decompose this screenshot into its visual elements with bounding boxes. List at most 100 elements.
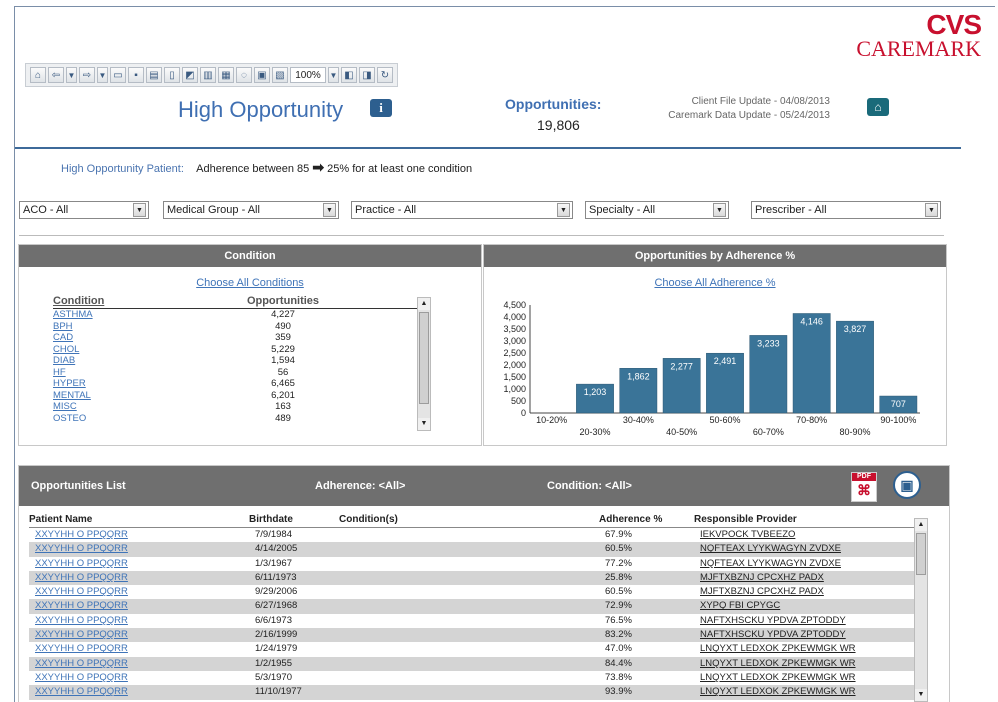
page-icon[interactable]: ▥ bbox=[200, 67, 216, 83]
condition-link[interactable]: OSTEO bbox=[53, 413, 223, 422]
patient-name-link[interactable]: XXYYHH O PPQQRR bbox=[29, 571, 255, 585]
birthdate-cell: 6/27/1968 bbox=[255, 600, 298, 612]
pdf-export-button[interactable]: PDF ⌘ bbox=[851, 472, 877, 502]
choose-all-conditions-link[interactable]: Choose All Conditions bbox=[196, 277, 304, 289]
chevron-down-icon[interactable]: ▼ bbox=[713, 203, 726, 217]
logo-cvs: CVS bbox=[926, 9, 982, 40]
table-row: XXYYHH O PPQQRR 6/11/1973 25.8% MJFTXBZNJ C… bbox=[29, 570, 924, 586]
patient-name-link[interactable]: XXYYHH O PPQQRR bbox=[29, 585, 255, 599]
home-icon[interactable]: ⌂ bbox=[867, 98, 889, 116]
find-icon[interactable]: ◌ bbox=[236, 67, 252, 83]
zoom-dropdown-icon[interactable]: ▼ bbox=[328, 67, 339, 83]
col-adherence[interactable]: Adherence % bbox=[599, 514, 694, 527]
condition-row: HYPER 6,465 bbox=[53, 378, 423, 390]
y-tick-label: 4,000 bbox=[503, 312, 526, 322]
adherence-cell: 67.9% bbox=[605, 529, 632, 540]
first-page-icon[interactable]: ◧ bbox=[341, 67, 357, 83]
conditions-cell bbox=[345, 557, 605, 571]
choose-all-adherence-link[interactable]: Choose All Adherence % bbox=[654, 277, 775, 289]
forward-dropdown-icon[interactable]: ▼ bbox=[97, 67, 108, 83]
chevron-down-icon[interactable]: ▼ bbox=[557, 203, 570, 217]
patient-name-link[interactable]: XXYYHH O PPQQRR bbox=[29, 557, 255, 571]
export-icon[interactable]: ◩ bbox=[182, 67, 198, 83]
condition-link[interactable]: HYPER bbox=[53, 378, 223, 390]
copy-icon[interactable]: ▧ bbox=[272, 67, 288, 83]
table-row: XXYYHH O PPQQRR 1/3/1967 77.2% NQFTEAX LYYK… bbox=[29, 557, 924, 571]
prescriber-filter-select[interactable]: Prescriber - All ▼ bbox=[751, 201, 941, 219]
conditions-cell bbox=[345, 614, 605, 628]
condition-opportunities: 490 bbox=[275, 320, 291, 332]
scroll-thumb[interactable] bbox=[419, 312, 429, 404]
condition-link[interactable]: MENTAL bbox=[53, 390, 223, 402]
scroll-down-icon[interactable]: ▼ bbox=[915, 689, 927, 701]
patient-name-link[interactable]: XXYYHH O PPQQRR bbox=[29, 642, 255, 656]
list-scrollbar[interactable]: ▲ ▼ bbox=[914, 518, 928, 702]
refresh-icon[interactable]: ↻ bbox=[377, 67, 393, 83]
condition-link[interactable]: MISC bbox=[53, 401, 223, 413]
y-tick-label: 1,500 bbox=[503, 372, 526, 382]
scroll-up-icon[interactable]: ▲ bbox=[915, 519, 927, 531]
info-icon[interactable]: i bbox=[370, 99, 392, 117]
print-icon[interactable]: ▤ bbox=[146, 67, 162, 83]
prescriber-filter-value: Prescriber - All bbox=[755, 204, 827, 216]
condition-filter-label: Condition: <All> bbox=[547, 480, 632, 492]
col-conditions[interactable]: Condition(s) bbox=[339, 514, 599, 527]
back-dropdown-icon[interactable]: ▼ bbox=[66, 67, 77, 83]
home-icon[interactable]: ⌂ bbox=[30, 67, 46, 83]
practice-filter-select[interactable]: Practice - All ▼ bbox=[351, 201, 573, 219]
filter-bar: ACO - All ▼ Medical Group - All ▼ Practi… bbox=[19, 201, 941, 221]
scroll-up-icon[interactable]: ▲ bbox=[418, 298, 430, 310]
patient-name-link[interactable]: XXYYHH O PPQQRR bbox=[29, 528, 255, 542]
condition-scrollbar[interactable]: ▲ ▼ bbox=[417, 297, 431, 431]
save-icon[interactable]: ▪ bbox=[128, 67, 144, 83]
col-birthdate[interactable]: Birthdate bbox=[249, 514, 339, 527]
back-arrow-icon[interactable]: ⇦ bbox=[48, 67, 64, 83]
scroll-down-icon[interactable]: ▼ bbox=[418, 418, 430, 430]
report-icon[interactable]: ▦ bbox=[218, 67, 234, 83]
col-patient-name[interactable]: Patient Name bbox=[29, 514, 249, 527]
table-row: XXYYHH O PPQQRR 7/9/1984 67.9% IEKVPOCK TVB… bbox=[29, 528, 924, 542]
adherence-bar-chart: 0 500 1,000 1,500 2,000 2,500 3,000 3,500 4,000 4… bbox=[503, 300, 920, 437]
patient-name-link[interactable]: XXYYHH O PPQQRR bbox=[29, 671, 255, 685]
report-frame: CVS CAREMARK ⌂ ⇦ ▼ ⇨ ▼ ▭ ▪ ▤ ▯ ◩ ▥ ▦ ◌ ▣… bbox=[14, 6, 995, 702]
birthdate-cell: 2/16/1999 bbox=[255, 629, 298, 641]
condition-link[interactable]: ASTHMA bbox=[53, 309, 223, 321]
chevron-down-icon[interactable]: ▼ bbox=[133, 203, 146, 217]
patient-name-link[interactable]: XXYYHH O PPQQRR bbox=[29, 599, 255, 613]
document-icon[interactable]: ▯ bbox=[164, 67, 180, 83]
condition-row: CHOL 5,229 bbox=[53, 344, 423, 356]
provider-cell: NAFTXHSCKU YPDVA ZPTODDY bbox=[700, 614, 846, 626]
condition-opportunities: 1,594 bbox=[271, 355, 295, 366]
x-tick-label: 10-20% bbox=[536, 415, 567, 425]
excel-export-icon[interactable]: ▣ bbox=[893, 471, 921, 499]
patient-name-link[interactable]: XXYYHH O PPQQRR bbox=[29, 614, 255, 628]
condition-table-header: Condition Opportunities bbox=[53, 295, 423, 309]
x-tick-label: 50-60% bbox=[709, 415, 740, 425]
patient-name-link[interactable]: XXYYHH O PPQQRR bbox=[29, 657, 255, 671]
forward-arrow-icon[interactable]: ⇨ bbox=[79, 67, 95, 83]
patient-name-link[interactable]: XXYYHH O PPQQRR bbox=[29, 685, 255, 699]
patient-name-link[interactable]: XXYYHH O PPQQRR bbox=[29, 542, 255, 556]
aco-filter-select[interactable]: ACO - All ▼ bbox=[19, 201, 149, 219]
opportunities-list-header: Opportunities List Adherence: <All> Cond… bbox=[19, 466, 949, 506]
zoom-select[interactable]: 100% bbox=[290, 67, 326, 83]
condition-link[interactable]: CAD bbox=[53, 332, 223, 344]
chevron-down-icon[interactable]: ▼ bbox=[925, 203, 938, 217]
condition-opportunities: 5,229 bbox=[271, 343, 295, 355]
birthdate-cell: 9/29/2006 bbox=[255, 586, 298, 598]
scroll-thumb[interactable] bbox=[916, 533, 926, 575]
medical-group-filter-select[interactable]: Medical Group - All ▼ bbox=[163, 201, 339, 219]
patient-name-link[interactable]: XXYYHH O PPQQRR bbox=[29, 628, 255, 642]
chevron-down-icon[interactable]: ▼ bbox=[323, 203, 336, 217]
pdf-export-icon[interactable]: ▣ bbox=[254, 67, 270, 83]
col-responsible-provider[interactable]: Responsible Provider bbox=[694, 514, 914, 527]
open-folder-icon[interactable]: ▭ bbox=[110, 67, 126, 83]
list-title: Opportunities List bbox=[31, 480, 126, 492]
conditions-cell bbox=[345, 599, 605, 613]
condition-link[interactable]: BPH bbox=[53, 321, 223, 333]
last-page-icon[interactable]: ◨ bbox=[359, 67, 375, 83]
specialty-filter-select[interactable]: Specialty - All ▼ bbox=[585, 201, 729, 219]
condition-link[interactable]: DIAB bbox=[53, 355, 223, 367]
condition-link[interactable]: HF bbox=[53, 367, 223, 379]
condition-link[interactable]: CHOL bbox=[53, 344, 223, 356]
